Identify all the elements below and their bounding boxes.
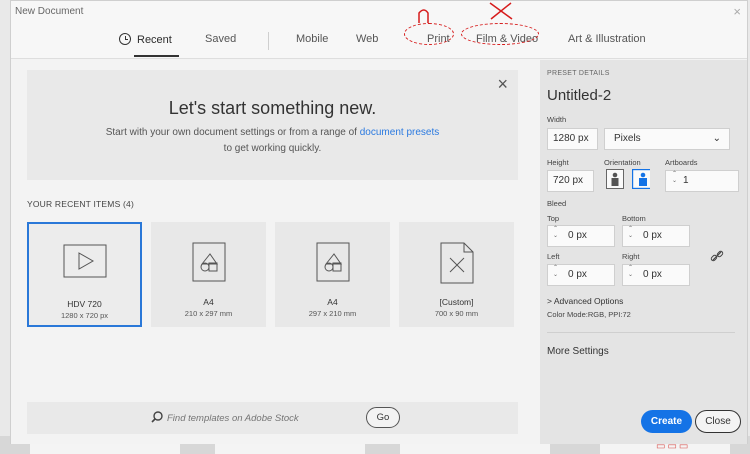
recent-item-size: 210 x 297 mm — [184, 309, 233, 318]
orientation-label: Orientation — [604, 158, 641, 167]
search-icon — [151, 411, 163, 423]
preset-details-title: PRESET DETAILS — [547, 70, 610, 77]
close-button[interactable]: Close — [695, 410, 741, 433]
create-button[interactable]: Create — [641, 410, 692, 433]
main-panel: × Let's start something new. Start with … — [11, 60, 541, 444]
bleed-top-stepper-icon[interactable]: ⌃ ⌄ — [551, 226, 560, 246]
document-presets-link[interactable]: document presets — [360, 127, 440, 138]
units-value: Pixels — [614, 133, 641, 144]
width-input[interactable]: 1280 px — [547, 128, 598, 150]
preset-details-panel: PRESET DETAILS Untitled-2 Width 1280 px … — [540, 60, 747, 444]
bleed-right-label: Right — [622, 252, 640, 261]
clock-icon — [119, 33, 131, 45]
portrait-orientation-icon[interactable] — [606, 169, 624, 189]
banner-close-icon[interactable]: × — [497, 74, 508, 95]
active-tab-indicator — [134, 55, 179, 57]
welcome-text-prefix: Start with your own document settings or… — [105, 127, 360, 138]
stock-search-bar: Go — [27, 402, 518, 434]
welcome-banner: × Let's start something new. Start with … — [27, 70, 518, 180]
recent-item-custom[interactable]: [Custom] 700 x 90 mm — [399, 222, 514, 327]
chevron-down-icon: ⌄ — [712, 133, 721, 144]
tab-recent-label: Recent — [137, 34, 172, 46]
panel-divider — [547, 332, 735, 333]
recent-item-size: 297 x 210 mm — [308, 309, 357, 318]
tab-art-illustration[interactable]: Art & Illustration — [568, 33, 646, 45]
bleed-label: Bleed — [547, 199, 567, 208]
recent-item-hdv720[interactable]: HDV 720 1280 x 720 px — [27, 222, 142, 327]
bleed-left-label: Left — [547, 252, 560, 261]
bleed-right-stepper-icon[interactable]: ⌃ ⌄ — [626, 265, 635, 285]
custom-document-icon — [440, 242, 473, 284]
annotation-cross-icon — [489, 2, 513, 20]
more-settings-link[interactable]: More Settings — [547, 346, 609, 357]
recent-item-size: 1280 x 720 px — [60, 311, 109, 320]
chevron-right-icon: > — [547, 296, 554, 306]
welcome-text: Start with your own document settings or… — [27, 125, 518, 157]
preset-tabs: Recent Saved Mobile Web Print Film & Vid… — [11, 23, 747, 59]
bleed-top-label: Top — [547, 214, 560, 223]
bleed-bottom-stepper-icon[interactable]: ⌃ ⌄ — [626, 226, 635, 246]
document-name-field[interactable]: Untitled-2 — [547, 87, 611, 104]
tab-mobile[interactable]: Mobile — [296, 33, 328, 45]
window-title: New Document — [15, 6, 84, 17]
advanced-options-label: Advanced Options — [553, 296, 624, 306]
recent-item-name: HDV 720 — [67, 299, 102, 309]
recent-items-label: YOUR RECENT ITEMS (4) — [27, 199, 134, 209]
recent-item-a4-portrait[interactable]: A4 210 x 297 mm — [151, 222, 266, 327]
new-document-dialog: New Document × Recent Saved Mobile Web P… — [10, 0, 748, 444]
welcome-text-line2: to get working quickly. — [223, 143, 322, 154]
recent-item-size: 700 x 90 mm — [434, 309, 479, 318]
annotation-mark-icon — [418, 9, 429, 23]
width-label: Width — [547, 115, 567, 124]
annotation-oval-print — [404, 23, 454, 45]
welcome-headline: Let's start something new. — [168, 98, 377, 118]
annotation-oval-film-video — [461, 23, 539, 45]
height-input[interactable]: 720 px — [547, 170, 594, 192]
bleed-bottom-label: Bottom — [622, 214, 646, 223]
color-mode-text: Color Mode:RGB, PPI:72 — [547, 310, 631, 319]
landscape-orientation-icon[interactable] — [632, 169, 650, 189]
artboards-stepper-icon[interactable]: ⌃ ⌄ — [670, 171, 679, 191]
bleed-left-stepper-icon[interactable]: ⌃ ⌄ — [551, 265, 560, 285]
go-button[interactable]: Go — [366, 407, 400, 428]
advanced-options-toggle[interactable]: > Advanced Options — [547, 296, 623, 306]
title-bar: New Document × — [11, 1, 747, 23]
recent-item-name: A4 — [203, 297, 214, 307]
print-shapes-icon — [192, 242, 225, 282]
video-play-icon — [63, 244, 106, 278]
recent-item-name: A4 — [327, 297, 338, 307]
recent-item-a4-landscape[interactable]: A4 297 x 210 mm — [275, 222, 390, 327]
artboards-label: Artboards — [665, 158, 698, 167]
tab-divider — [268, 32, 269, 50]
tab-recent[interactable]: Recent — [119, 33, 172, 46]
window-close-icon[interactable]: × — [733, 4, 741, 19]
recent-item-name: [Custom] — [439, 297, 474, 307]
tab-web[interactable]: Web — [356, 33, 378, 45]
tab-saved[interactable]: Saved — [205, 33, 236, 45]
height-label: Height — [547, 158, 569, 167]
print-shapes-icon — [316, 242, 349, 282]
units-select[interactable]: Pixels ⌄ — [604, 128, 730, 150]
stock-search-input[interactable] — [167, 409, 357, 427]
link-icon[interactable] — [710, 249, 724, 263]
